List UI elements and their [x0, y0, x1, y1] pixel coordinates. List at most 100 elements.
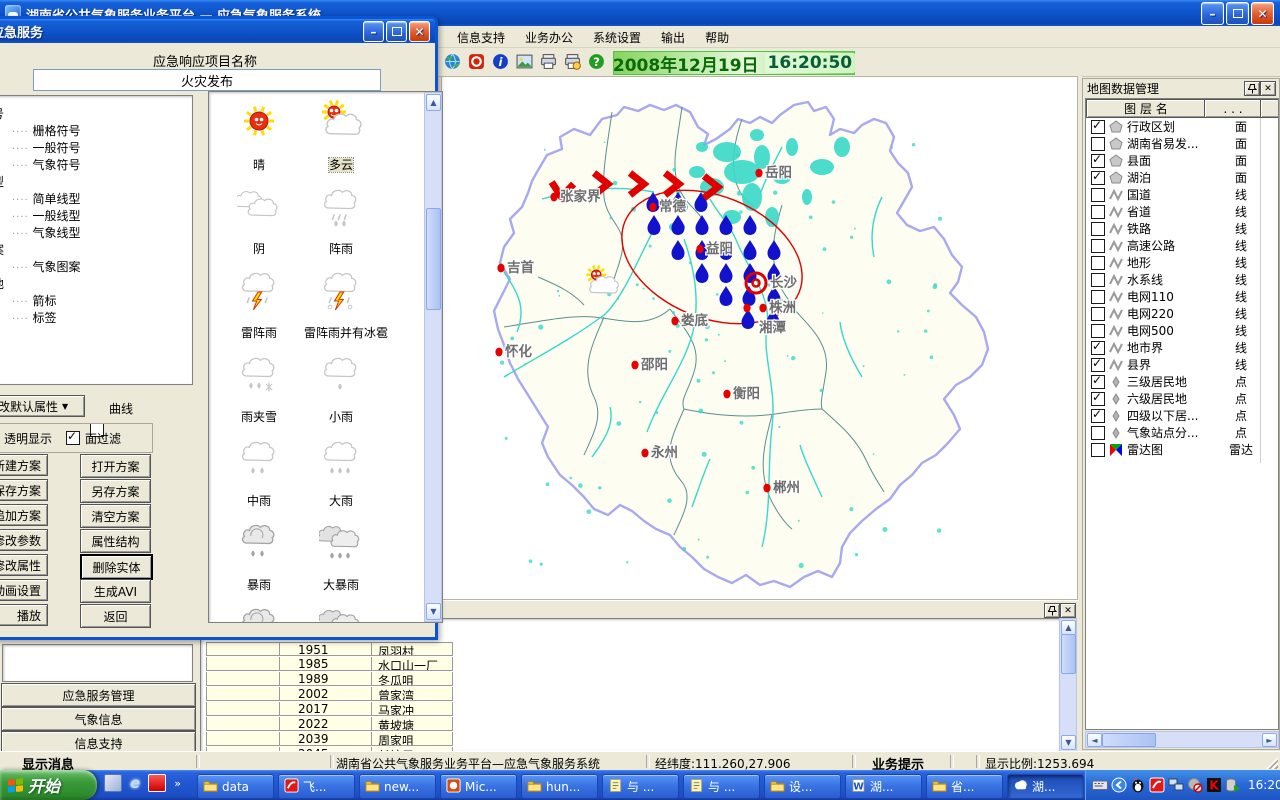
default-attr-dropdown[interactable]: 修改默认属性 ▼	[0, 395, 85, 417]
table-row[interactable]: 1989冬瓜咀	[206, 672, 455, 687]
taskbar-task-省...[interactable]: 省...	[926, 774, 1003, 799]
menu-item-2[interactable]: 系统设置	[583, 26, 651, 49]
layer-checkbox[interactable]	[1091, 375, 1105, 389]
weather-symbol-sleet-icon[interactable]	[227, 352, 291, 399]
map-cloudy-weather-icon[interactable]	[584, 265, 620, 301]
layer-row-县面[interactable]: 县面面	[1086, 152, 1279, 169]
scroll-up-arrow[interactable]: ▲	[426, 94, 441, 111]
menu-item-3[interactable]: 输出	[651, 26, 695, 49]
dialog-button-生成AVI[interactable]: 生成AVI	[80, 579, 151, 603]
weather-symbol-label[interactable]: 晴	[217, 156, 301, 173]
ie-icon[interactable]: e	[130, 774, 140, 792]
dialog-restore-button[interactable]	[386, 21, 407, 42]
weather-symbol-sun-icon[interactable]	[227, 100, 291, 147]
weather-symbol-rain-2-icon[interactable]	[227, 436, 291, 483]
tree-item-一般线型[interactable]: ···· 一般线型	[12, 208, 192, 225]
layer-checkbox[interactable]	[1091, 273, 1105, 287]
show-desktop-icon[interactable]	[104, 774, 122, 792]
symbols-vscroll[interactable]: ▲ ▼	[424, 92, 442, 622]
restore-button[interactable]	[1226, 2, 1249, 25]
table-row[interactable]: 1985水口山一厂	[206, 657, 455, 672]
layer-checkbox[interactable]	[1091, 188, 1105, 202]
dialog-button-另存方案[interactable]: 另存方案	[80, 479, 151, 503]
layer-row-高速公路[interactable]: 高速公路线	[1086, 237, 1279, 254]
tray-collapse-icon[interactable]	[1111, 777, 1127, 793]
layers-close-button[interactable]: ✕	[1260, 81, 1276, 96]
layer-row-地形[interactable]: 地形线	[1086, 254, 1279, 271]
dialog-button-属性结构[interactable]: 属性结构	[80, 529, 151, 553]
face-filter-checkbox[interactable]	[66, 431, 80, 445]
message-listbox[interactable]	[2, 644, 193, 682]
layer-row-电网110[interactable]: 电网110线	[1086, 288, 1279, 305]
scroll-down-arrow[interactable]: ▼	[1061, 735, 1076, 750]
layer-row-国道[interactable]: 国道线	[1086, 186, 1279, 203]
taskbar-task-湖...[interactable]: W湖...	[845, 774, 922, 799]
menu-item-4[interactable]: 帮助	[695, 26, 739, 49]
tree-item-图案[interactable]: 图案	[0, 242, 192, 259]
taskbar-task-hun...[interactable]: hun...	[521, 774, 598, 799]
dialog-button-清空方案[interactable]: 清空方案	[80, 504, 151, 528]
chevron-expand-icon[interactable]: »	[174, 777, 181, 790]
layer-row-铁路[interactable]: 铁路线	[1086, 220, 1279, 237]
dialog-minimize-button[interactable]: –	[363, 21, 384, 42]
tree-item-线型[interactable]: 线型	[0, 174, 192, 191]
weather-symbol-label[interactable]: 阵雨	[299, 240, 383, 257]
weather-symbol-thunder-hail-icon[interactable]	[309, 268, 373, 315]
scroll-up-arrow[interactable]: ▲	[1061, 620, 1076, 635]
scroll-thumb[interactable]	[1061, 634, 1076, 674]
dialog-button-删除实体[interactable]: 删除实体	[80, 554, 153, 580]
layer-row-湖泊[interactable]: 湖泊面	[1086, 169, 1279, 186]
layer-row-地市界[interactable]: 地市界线	[1086, 339, 1279, 356]
layer-checkbox[interactable]	[1091, 409, 1105, 423]
clock[interactable]: 16:20	[1248, 778, 1280, 792]
scroll-left-arrow[interactable]: ◄	[1087, 733, 1102, 747]
weather-symbol-sun-cloud-icon[interactable]	[309, 100, 373, 147]
layers-hscroll[interactable]: ◄ ►	[1085, 731, 1279, 748]
weather-symbol-label[interactable]: 大雨	[299, 492, 383, 509]
layer-row-六级居民地[interactable]: 六级居民地点	[1086, 390, 1279, 407]
taskbar-task-飞...[interactable]: 飞...	[278, 774, 355, 799]
dialog-button-打开方案[interactable]: 打开方案	[80, 454, 151, 478]
layer-checkbox[interactable]	[1091, 154, 1105, 168]
tray-keyboard-icon[interactable]	[1092, 777, 1108, 793]
layer-checkbox[interactable]	[1091, 256, 1105, 270]
layer-row-电网220[interactable]: 电网220线	[1086, 305, 1279, 322]
tree-item-其他[interactable]: 其他	[0, 276, 192, 293]
help-icon[interactable]: ?	[588, 53, 605, 70]
tray-kaspersky-icon[interactable]: K	[1206, 777, 1222, 793]
layer-row-行政区划[interactable]: 行政区划面	[1086, 118, 1279, 135]
weather-symbol-label[interactable]: 多云	[299, 156, 383, 173]
layer-row-湖南省易发...[interactable]: 湖南省易发...面	[1086, 135, 1279, 152]
bottom-panel-pin-button[interactable]	[1044, 603, 1060, 618]
project-name-input[interactable]	[33, 69, 381, 91]
weather-symbol-storm-icon[interactable]	[227, 520, 291, 567]
tree-item-栅格符号[interactable]: ···· 栅格符号	[12, 123, 192, 140]
layer-checkbox[interactable]	[1091, 443, 1105, 457]
map-panel[interactable]: 张家界岳阳常德益阳吉首长沙株洲湘潭娄底怀化邵阳衡阳永州郴州	[441, 76, 1078, 600]
printer-icon[interactable]	[540, 53, 557, 70]
layer-checkbox[interactable]	[1091, 137, 1105, 151]
sidebar-button-0[interactable]: 应急服务管理	[1, 683, 196, 707]
fetion-quicklaunch-icon[interactable]	[148, 774, 166, 792]
globe-icon[interactable]	[444, 53, 461, 70]
dialog-button-left-0[interactable]: 新建方案	[0, 454, 48, 476]
layers-pin-button[interactable]	[1244, 81, 1260, 96]
scroll-down-arrow[interactable]: ▼	[426, 603, 441, 620]
minimize-button[interactable]: –	[1201, 2, 1224, 25]
layer-row-省道[interactable]: 省道线	[1086, 203, 1279, 220]
layer-checkbox[interactable]	[1091, 307, 1105, 321]
weather-symbol-label[interactable]: 雷阵雨并有冰雹	[271, 324, 421, 341]
weather-symbol-label[interactable]: 阴	[217, 240, 301, 257]
layer-checkbox[interactable]	[1091, 358, 1105, 372]
table-row[interactable]: 2002曾家湾	[206, 687, 455, 702]
taskbar-task-设...[interactable]: 设...	[764, 774, 841, 799]
dialog-button-left-3[interactable]: 修改参数	[0, 529, 48, 551]
table-row[interactable]: 1951凤羽村	[206, 642, 455, 657]
taskbar-task-Mic...[interactable]: Mic...	[440, 774, 517, 799]
weather-symbol-label[interactable]: 大暴雨	[299, 576, 383, 593]
layers-col-dots[interactable]: . . .	[1204, 99, 1262, 118]
menu-item-1[interactable]: 业务办公	[515, 26, 583, 49]
menu-item-0[interactable]: 信息支持	[447, 26, 515, 49]
layer-checkbox[interactable]	[1091, 171, 1105, 185]
weather-symbol-storm-big-icon[interactable]	[309, 520, 373, 567]
